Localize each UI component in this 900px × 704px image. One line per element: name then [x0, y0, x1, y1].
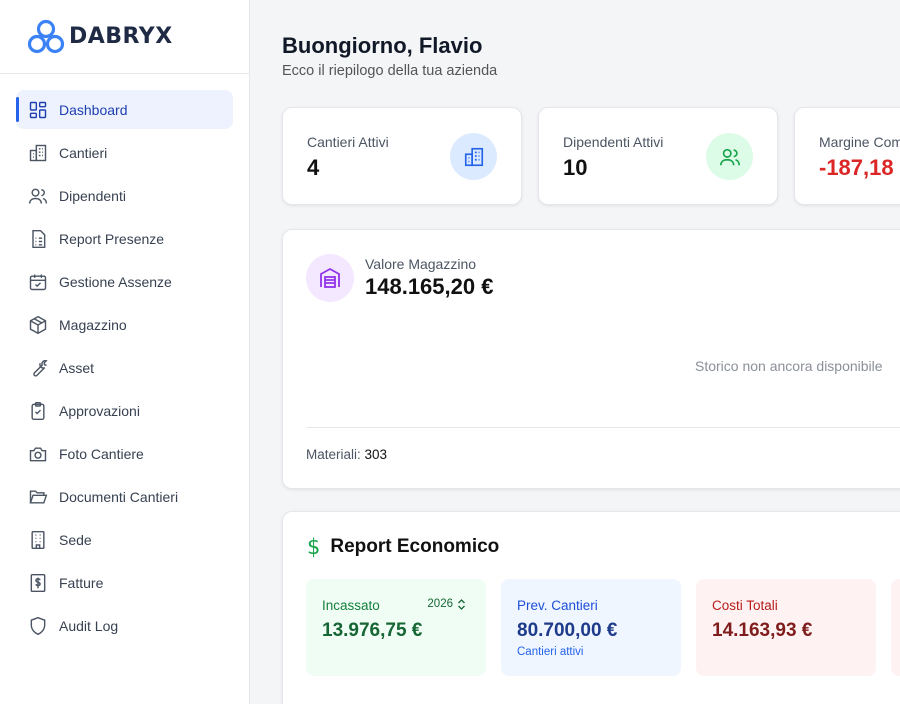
kpi-card-dipendenti-attivi[interactable]: Dipendenti Attivi 10 — [538, 107, 778, 205]
economic-report-card: $ Report Economico Incassato 2026 13.976… — [282, 511, 900, 704]
building-icon — [450, 133, 497, 180]
kpi-label: Margine Com — [819, 134, 900, 150]
sidebar-item-label: Magazzino — [59, 316, 127, 333]
users-icon — [28, 186, 48, 206]
warehouse-value: 148.165,20 € — [365, 274, 494, 299]
package-icon — [28, 315, 48, 335]
sidebar-item-gestione-assenze[interactable]: Gestione Assenze — [16, 262, 233, 301]
sidebar-item-documenti-cantieri[interactable]: Documenti Cantieri — [16, 477, 233, 516]
report-icon — [28, 229, 48, 249]
shield-icon — [28, 616, 48, 636]
kpi-value: 4 — [307, 155, 320, 180]
sidebar-item-label: Asset — [59, 359, 95, 376]
sidebar-item-cantieri[interactable]: Cantieri — [16, 133, 233, 172]
invoice-icon — [28, 573, 48, 593]
users-icon — [706, 133, 753, 180]
economic-report-title: Report Economico — [330, 536, 500, 557]
sidebar-item-fatture[interactable]: Fatture — [16, 563, 233, 602]
sidebar-item-approvazioni[interactable]: Approvazioni — [16, 391, 233, 430]
chevron-up-down-icon — [458, 598, 465, 610]
sidebar-item-audit-log[interactable]: Audit Log — [16, 606, 233, 645]
folder-open-icon — [28, 487, 48, 507]
tile-costi-totali[interactable]: Costi Totali 14.163,93 € — [696, 579, 876, 676]
clipboard-check-icon — [28, 401, 48, 421]
warehouse-card: Valore Magazzino 148.165,20 € Storico no… — [282, 229, 900, 489]
brand-name: DABRYX — [69, 24, 173, 49]
sidebar-item-report-presenze[interactable]: Report Presenze — [16, 219, 233, 258]
kpi-card-cantieri-attivi[interactable]: Cantieri Attivi 4 — [282, 107, 522, 205]
sidebar-item-label: Gestione Assenze — [59, 273, 172, 290]
sidebar-nav: Dashboard Cantieri Dipendenti Report Pre… — [0, 74, 249, 645]
sidebar-item-sede[interactable]: Sede — [16, 520, 233, 559]
sidebar-item-dipendenti[interactable]: Dipendenti — [16, 176, 233, 215]
year-selector[interactable]: 2026 — [427, 598, 466, 610]
sidebar-item-label: Documenti Cantieri — [59, 488, 179, 505]
sidebar-item-label: Dipendenti — [59, 187, 126, 204]
kpi-card-margine[interactable]: Margine Com -187,18 — [794, 107, 900, 205]
tile-value: 13.976,75 € — [322, 620, 423, 641]
sidebar-item-foto-cantiere[interactable]: Foto Cantiere — [16, 434, 233, 473]
materials-value: 303 — [364, 447, 388, 462]
wrench-icon — [28, 358, 48, 378]
sidebar-item-dashboard[interactable]: Dashboard — [16, 90, 233, 129]
tile-value: 80.700,00 € — [517, 620, 618, 641]
tile-label: Prev. Cantieri — [517, 598, 598, 613]
kpi-value: -187,18 — [819, 155, 894, 180]
warehouse-icon — [306, 254, 354, 302]
office-building-icon — [28, 530, 48, 550]
tile-label: Incassato — [322, 598, 380, 613]
kpi-label: Dipendenti Attivi — [563, 134, 664, 150]
kpi-label: Cantieri Attivi — [307, 134, 389, 150]
logo-icon — [27, 19, 65, 53]
dashboard-icon — [28, 100, 48, 120]
sidebar-item-label: Approvazioni — [59, 402, 140, 419]
tile-label: Costi Totali — [712, 598, 778, 613]
sidebar-item-label: Sede — [59, 531, 92, 548]
economic-report-header: $ Report Economico — [307, 535, 499, 559]
sidebar-item-magazzino[interactable]: Magazzino — [16, 305, 233, 344]
dollar-icon: $ — [307, 535, 321, 559]
tile-value: 14.163,93 € — [712, 620, 813, 641]
history-empty-message: Storico non ancora disponibile — [695, 358, 883, 374]
page-title: Buongiorno, Flavio — [282, 33, 483, 58]
sidebar-item-asset[interactable]: Asset — [16, 348, 233, 387]
sidebar-item-label: Audit Log — [59, 617, 119, 634]
sidebar-item-label: Cantieri — [59, 144, 108, 161]
sidebar: DABRYX Dashboard Cantieri Dipendenti Rep… — [0, 0, 250, 704]
materials-label: Materiali: — [306, 447, 361, 462]
warehouse-label: Valore Magazzino — [365, 256, 477, 272]
tile-partial — [891, 579, 900, 676]
camera-icon — [28, 444, 48, 464]
calendar-check-icon — [28, 272, 48, 292]
materials-count: Materiali: 303 — [306, 447, 387, 462]
sidebar-item-label: Foto Cantiere — [59, 445, 144, 462]
tile-incassato[interactable]: Incassato 2026 13.976,75 € — [306, 579, 486, 676]
sidebar-item-label: Fatture — [59, 574, 104, 591]
page-subtitle: Ecco il riepilogo della tua azienda — [282, 63, 498, 79]
divider — [306, 427, 900, 428]
sidebar-item-label: Dashboard — [59, 101, 128, 118]
building-icon — [28, 143, 48, 163]
sidebar-item-label: Report Presenze — [59, 230, 165, 247]
logo[interactable]: DABRYX — [0, 0, 249, 74]
tile-prev-cantieri[interactable]: Prev. Cantieri 80.700,00 € Cantieri atti… — [501, 579, 681, 676]
kpi-value: 10 — [563, 155, 588, 180]
main-content: Buongiorno, Flavio Ecco il riepilogo del… — [250, 0, 900, 704]
tile-note: Cantieri attivi — [517, 646, 584, 658]
year-value: 2026 — [427, 598, 453, 610]
